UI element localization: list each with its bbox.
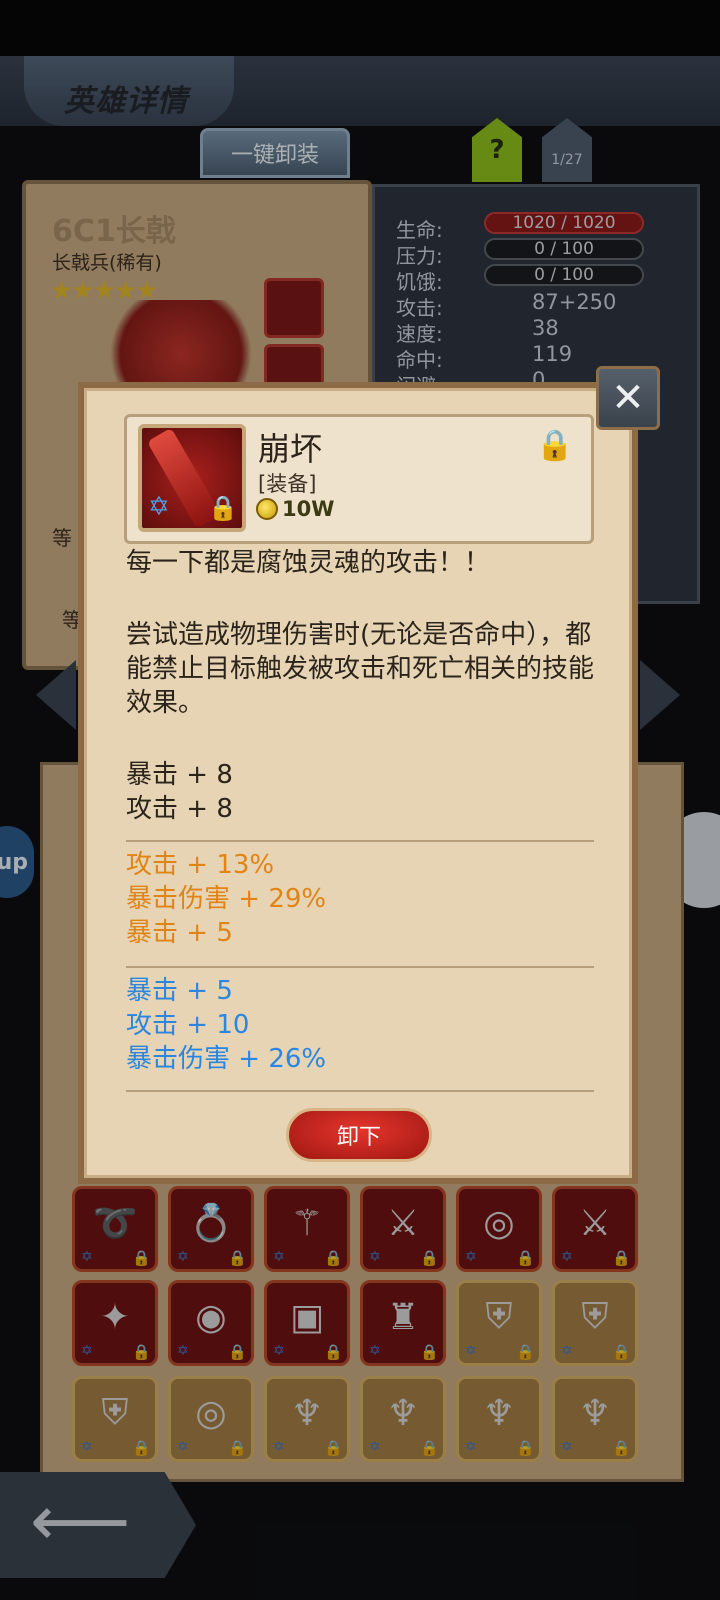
bonus-stat-blue: 暴击 + 5 xyxy=(126,976,233,1006)
base-stat-line: 攻击 + 8 xyxy=(126,794,233,824)
coin-icon xyxy=(256,498,278,520)
item-lock-icon: 🔒 xyxy=(208,494,238,522)
status-bar xyxy=(0,0,720,56)
bonus-stat-orange: 攻击 + 13% xyxy=(126,850,275,880)
item-price: 10W xyxy=(282,497,335,521)
divider xyxy=(126,1090,594,1092)
close-button[interactable]: ✕ xyxy=(596,366,660,430)
lock-toggle-icon[interactable]: 🔒 xyxy=(536,428,573,463)
divider xyxy=(126,840,594,842)
item-flavor-text: 每一下都是腐蚀灵魂的攻击！！ xyxy=(126,548,491,578)
item-name: 崩坏 xyxy=(258,430,323,468)
bonus-stat-orange: 暴击 + 5 xyxy=(126,918,233,948)
base-stat-line: 暴击 + 8 xyxy=(126,760,233,790)
bonus-stat-orange: 暴击伤害 + 29% xyxy=(126,884,327,914)
item-effect-text: 尝试造成物理伤害时(无论是否命中），都能禁止目标触发被攻击和死亡相关的技能效果。 xyxy=(126,620,595,718)
bonus-stat-blue: 攻击 + 10 xyxy=(126,1010,250,1040)
item-type: [装备] xyxy=(258,472,317,496)
divider xyxy=(126,966,594,968)
bonus-stat-blue: 暴击伤害 + 26% xyxy=(126,1044,327,1074)
star-rank-icon: ✡ xyxy=(148,492,170,522)
unequip-button[interactable]: 卸下 xyxy=(286,1108,432,1162)
